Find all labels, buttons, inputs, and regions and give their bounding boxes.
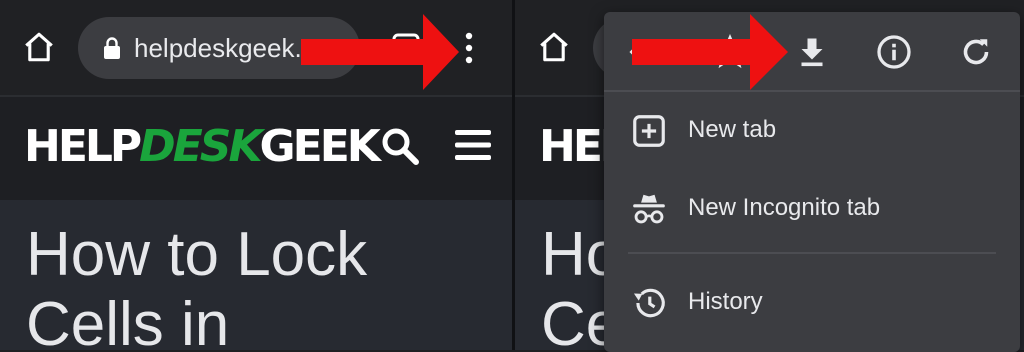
menu-item-new-incognito-tab[interactable]: New Incognito tab [604, 172, 1020, 244]
article-title-line1: How to Lock [26, 220, 368, 289]
logo-help: HELP [24, 121, 142, 172]
history-icon [633, 288, 665, 318]
hamburger-icon[interactable] [455, 128, 491, 162]
info-icon[interactable] [876, 34, 912, 70]
site-logo[interactable]: HELPDESKGEEK [24, 121, 381, 172]
red-arrow-annotation [301, 14, 459, 90]
search-icon[interactable] [380, 126, 420, 166]
menu-separator [628, 252, 996, 254]
home-icon[interactable] [22, 30, 56, 64]
lock-icon [104, 37, 120, 59]
article-title-line2: Cells in [26, 290, 230, 350]
logo-geek: GEEK [259, 121, 381, 172]
menu-item-label: New Incognito tab [688, 194, 881, 221]
menu-item-new-tab[interactable]: New tab [604, 94, 1020, 166]
article-title: How to Lock Cells in [26, 220, 506, 350]
new-tab-plus-icon [633, 115, 665, 147]
red-arrow-annotation [632, 14, 788, 90]
reload-icon[interactable] [958, 34, 994, 70]
logo-desk: DESK [139, 121, 262, 172]
home-icon[interactable] [537, 30, 571, 64]
menu-item-label: History [688, 288, 763, 315]
menu-item-history[interactable]: History [604, 266, 1020, 338]
incognito-icon [633, 194, 665, 224]
menu-item-label: New tab [688, 116, 777, 143]
url-text[interactable]: helpdeskgeek.c [134, 33, 315, 64]
